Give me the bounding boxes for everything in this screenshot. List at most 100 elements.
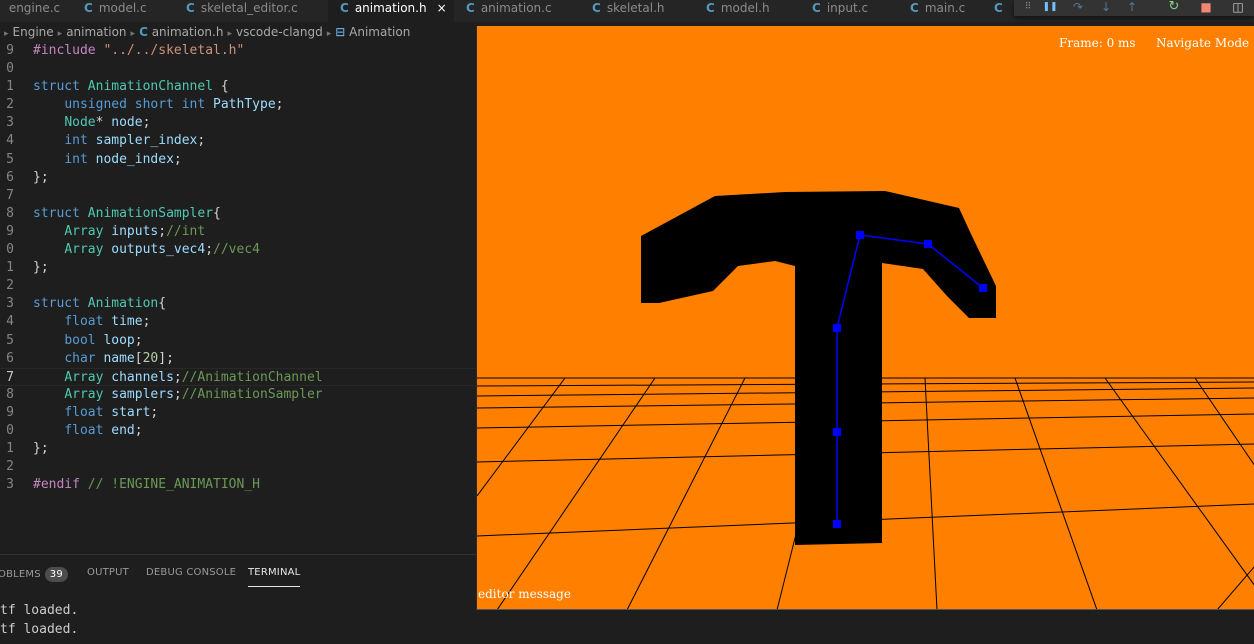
line-number: 0 (6, 242, 14, 258)
bone-joint[interactable] (833, 324, 841, 332)
pause-icon[interactable]: ❚❚ (1042, 0, 1058, 16)
tab-label: OBLEMS (0, 569, 41, 580)
code-line[interactable]: 0 float end; (0, 422, 476, 440)
breadcrumb-item-engine[interactable]: Engine (13, 25, 54, 39)
tab-label: main.c (924, 1, 966, 15)
code-line[interactable]: 7 (0, 187, 476, 205)
code-line[interactable]: 6}; (0, 169, 476, 187)
code-line[interactable]: 4 int sampler_index; (0, 132, 476, 150)
tab-skeletal-editor-c[interactable]: Cskeletal_editor.c (186, 0, 328, 22)
t-shaped-model[interactable] (641, 191, 996, 545)
line-number: 2 (6, 278, 14, 294)
bone-joint[interactable] (979, 284, 987, 292)
code-text: int node_index; (64, 151, 182, 167)
code-text: #include "../../skeletal.h" (33, 43, 245, 58)
code-line[interactable]: 1}; (0, 440, 476, 458)
drag-handle-icon[interactable]: ⠿ (1020, 0, 1036, 16)
line-number: 5 (6, 151, 14, 167)
tab-label: skeletal.h (606, 1, 665, 15)
grid-line (924, 377, 938, 609)
bone-joint[interactable] (856, 231, 864, 239)
mode-indicator: Navigate Mode (1156, 36, 1250, 50)
c-file-icon: C (910, 1, 919, 15)
c-file-icon: C (139, 25, 148, 39)
frame-label: Frame: (1059, 36, 1103, 50)
code-text: unsigned short int PathType; (64, 97, 284, 113)
tab-animation-c[interactable]: Canimation.c (466, 0, 578, 22)
code-line[interactable]: 6 char name[20]; (0, 350, 476, 368)
bone-joint[interactable] (924, 240, 932, 248)
tab-problems[interactable]: OBLEMS 39 (0, 567, 68, 582)
step-into-icon[interactable]: ↓ (1098, 0, 1114, 16)
code-line[interactable]: 0 (0, 60, 476, 78)
code-line-current[interactable]: 7 Array channels;//AnimationChannel (0, 367, 476, 386)
code-text: struct AnimationChannel { (33, 79, 229, 95)
code-line[interactable]: 9 float start; (0, 404, 476, 422)
code-line[interactable]: 3 struct Animation{ (0, 295, 476, 313)
code-line[interactable]: 8 struct AnimationSampler{ (0, 205, 476, 223)
c-file-icon: C (84, 1, 93, 15)
line-number: 8 (6, 386, 14, 402)
line-number: 5 (6, 332, 14, 348)
stop-icon[interactable]: ■ (1198, 0, 1214, 16)
code-line[interactable]: 5 bool loop; (0, 332, 476, 350)
tab-label: animation.h (354, 1, 427, 15)
grid-line (1217, 566, 1254, 609)
line-number: 9 (6, 43, 14, 58)
code-line[interactable]: 9 Array inputs;//int (0, 223, 476, 241)
code-line[interactable]: 1}; (0, 259, 476, 277)
restart-icon[interactable]: ↻ (1166, 0, 1182, 16)
chevron-right-icon: ▸ (326, 29, 332, 39)
code-line[interactable]: 2 (0, 277, 476, 295)
chevron-right-icon: ▸ (130, 29, 136, 39)
close-icon[interactable]: × (437, 1, 447, 15)
grid-line (626, 377, 746, 609)
tab-label: input.c (826, 1, 869, 15)
tab-debug-console[interactable]: DEBUG CONSOLE (146, 567, 236, 578)
code-text: float time; (64, 314, 151, 330)
scene-canvas[interactable] (477, 26, 1254, 610)
tab-terminal[interactable]: TERMINAL (248, 567, 301, 587)
step-out-icon[interactable]: ↑ (1124, 0, 1140, 16)
code-line[interactable]: 3 Node* node; (0, 114, 476, 132)
c-file-icon: C (706, 1, 715, 15)
grid-line (1104, 377, 1254, 586)
tab-model-h[interactable]: Cmodel.h (706, 0, 798, 22)
code-line[interactable]: 8 Array samplers;//AnimationSampler (0, 386, 476, 404)
frame-value: 0 ms (1106, 36, 1136, 50)
code-text: float end; (64, 422, 143, 438)
code-text: Array outputs_vec4;//vec4 (64, 242, 260, 258)
chevron-right-icon: ▸ (4, 29, 9, 39)
tab-output[interactable]: OUTPUT (87, 567, 129, 578)
tab-input-c[interactable]: Cinput.c (812, 0, 902, 22)
breadcrumb-item-file[interactable]: animation.h (152, 25, 224, 39)
tab-label: skeletal_editor.c (200, 1, 298, 15)
breadcrumb-item-vscode-clangd[interactable]: vscode-clangd (236, 25, 323, 39)
code-line[interactable]: 9 #include "../../skeletal.h" (0, 42, 476, 60)
code-line[interactable]: 0 Array outputs_vec4;//vec4 (0, 241, 476, 259)
layout-icon[interactable]: ◫ (1230, 0, 1246, 16)
game-viewport[interactable]: Frame: 0 ms Navigate Mode editor message (476, 26, 1254, 610)
code-line[interactable]: 4 float time; (0, 313, 476, 331)
code-line[interactable]: 2 unsigned short int PathType; (0, 96, 476, 114)
tab-model-c[interactable]: Cmodel.c (84, 0, 186, 22)
bone-joint[interactable] (833, 428, 841, 436)
code-line[interactable]: 3 #endif // !ENGINE_ANIMATION_H (0, 476, 476, 494)
tab-main-c[interactable]: Cmain.c (910, 0, 998, 22)
tab-animation-h[interactable]: Canimation.h × (328, 0, 454, 22)
breadcrumb-item-animation-struct[interactable]: Animation (349, 25, 410, 39)
tab-skeletal-h[interactable]: Cskeletal.h (592, 0, 696, 22)
problems-count-badge: 39 (44, 567, 68, 582)
line-number: 7 (6, 369, 14, 385)
line-number: 2 (6, 459, 14, 475)
step-over-icon[interactable]: ↷ (1070, 0, 1086, 16)
bone-joint[interactable] (833, 520, 841, 528)
code-line[interactable]: 5 int node_index; (0, 151, 476, 169)
breadcrumb-item-animation[interactable]: animation (66, 25, 126, 39)
code-editor[interactable]: 9 #include "../../skeletal.h" 0 1 struct A… (0, 42, 476, 494)
tab-engine-c[interactable]: Cengine.c (0, 0, 78, 22)
code-line[interactable]: 1 struct AnimationChannel { (0, 78, 476, 96)
code-line[interactable]: 2 (0, 458, 476, 476)
tab-overflow[interactable]: C (994, 0, 1010, 22)
code-text: Array samplers;//AnimationSampler (64, 386, 323, 402)
